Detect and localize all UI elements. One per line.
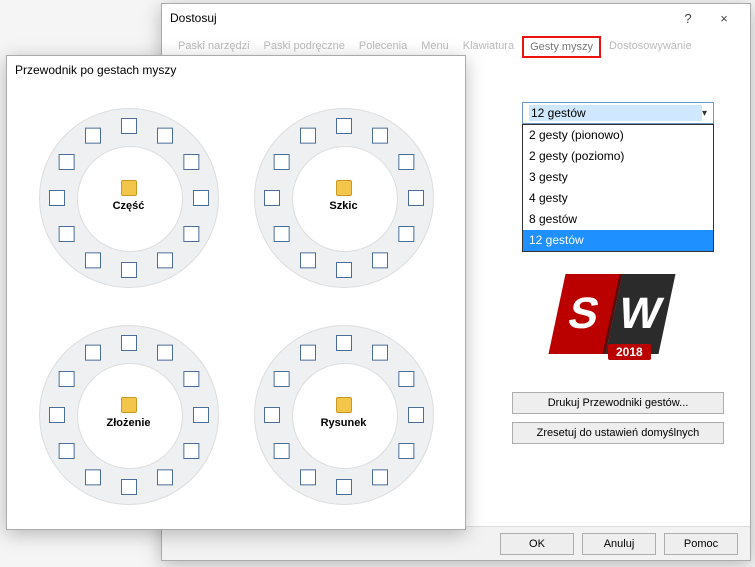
close-button[interactable]: ×	[706, 7, 742, 29]
gesture-slot-icon[interactable]	[85, 469, 101, 485]
gesture-slot-icon[interactable]	[58, 443, 74, 459]
gesture-ring	[39, 325, 219, 505]
gesture-slot-icon[interactable]	[273, 154, 289, 170]
gesture-slot-icon[interactable]	[121, 479, 137, 495]
gesture-ring	[254, 108, 434, 288]
gesture-slot-icon[interactable]	[336, 118, 352, 134]
gesture-slot-icon[interactable]	[157, 469, 173, 485]
titlebar: Dostosuj ? ×	[162, 4, 750, 32]
gesture-slot-icon[interactable]	[273, 371, 289, 387]
solidworks-logo: S W	[548, 274, 675, 354]
gesture-slot-icon[interactable]	[300, 469, 316, 485]
gesture-slot-icon[interactable]	[336, 335, 352, 351]
gesture-slot-icon[interactable]	[300, 344, 316, 360]
gesture-slot-icon[interactable]	[183, 371, 199, 387]
gesture-count-selected: 12 gestów	[529, 105, 702, 121]
ok-button[interactable]: OK	[500, 533, 574, 555]
gesture-slot-icon[interactable]	[121, 335, 137, 351]
gesture-slot-icon[interactable]	[372, 344, 388, 360]
gesture-slot-icon[interactable]	[85, 344, 101, 360]
part-icon	[121, 180, 137, 196]
gesture-ring	[39, 108, 219, 288]
gesture-slot-icon[interactable]	[372, 253, 388, 269]
help-footer-button[interactable]: Pomoc	[664, 533, 738, 555]
gesture-slot-icon[interactable]	[193, 190, 209, 206]
gesture-slot-icon[interactable]	[300, 253, 316, 269]
gesture-slot-icon[interactable]	[398, 226, 414, 242]
guide-title: Przewodnik po gestach myszy	[15, 63, 457, 77]
gesture-slot-icon[interactable]	[336, 262, 352, 278]
gesture-slot-icon[interactable]	[58, 371, 74, 387]
gesture-slot-icon[interactable]	[121, 262, 137, 278]
help-icon: ?	[684, 11, 691, 26]
gesture-slot-icon[interactable]	[300, 128, 316, 144]
gesture-slot-icon[interactable]	[183, 443, 199, 459]
gesture-slot-icon[interactable]	[157, 128, 173, 144]
help-button[interactable]: ?	[670, 7, 706, 29]
tab-customization[interactable]: Dostosowywanie	[603, 36, 698, 58]
ring-drawing: Rysunek	[238, 309, 449, 522]
close-icon: ×	[720, 11, 728, 26]
gesture-slot-icon[interactable]	[398, 443, 414, 459]
gesture-slot-icon[interactable]	[273, 443, 289, 459]
gesture-slot-icon[interactable]	[157, 344, 173, 360]
ring-label: Rysunek	[321, 417, 367, 429]
dialog-footer: OK Anuluj Pomoc	[162, 526, 750, 560]
chevron-down-icon: ▾	[702, 108, 707, 119]
logo-year-badge: 2018	[608, 344, 651, 360]
gesture-slot-icon[interactable]	[336, 479, 352, 495]
sketch-icon	[336, 180, 352, 196]
gesture-slot-icon[interactable]	[372, 128, 388, 144]
guide-body: Część Szkic Złożenie Rysunek	[7, 84, 465, 529]
gesture-option[interactable]: 8 gestów	[523, 209, 713, 230]
ring-label: Szkic	[329, 200, 357, 212]
gesture-slot-icon[interactable]	[398, 154, 414, 170]
tab-keyboard[interactable]: Klawiatura	[457, 36, 520, 58]
gesture-slot-icon[interactable]	[49, 407, 65, 423]
drawing-icon	[336, 397, 352, 413]
gesture-slot-icon[interactable]	[49, 190, 65, 206]
gesture-count-listbox[interactable]: 2 gesty (pionowo) 2 gesty (poziomo) 3 ge…	[522, 124, 714, 252]
gesture-slot-icon[interactable]	[183, 154, 199, 170]
gesture-count-combo[interactable]: 12 gestów ▾	[522, 102, 714, 124]
gesture-slot-icon[interactable]	[264, 190, 280, 206]
gesture-option[interactable]: 2 gesty (pionowo)	[523, 125, 713, 146]
gesture-option[interactable]: 12 gestów	[523, 230, 713, 251]
cancel-button[interactable]: Anuluj	[582, 533, 656, 555]
gesture-option[interactable]: 4 gesty	[523, 188, 713, 209]
gesture-option[interactable]: 2 gesty (poziomo)	[523, 146, 713, 167]
gesture-slot-icon[interactable]	[121, 118, 137, 134]
gesture-slot-icon[interactable]	[273, 226, 289, 242]
guide-titlebar: Przewodnik po gestach myszy	[7, 56, 465, 84]
gesture-slot-icon[interactable]	[372, 469, 388, 485]
ring-part: Część	[23, 92, 234, 305]
gesture-slot-icon[interactable]	[85, 128, 101, 144]
window-title: Dostosuj	[170, 11, 670, 25]
gesture-slot-icon[interactable]	[193, 407, 209, 423]
gesture-ring	[254, 325, 434, 505]
gesture-slot-icon[interactable]	[408, 407, 424, 423]
gesture-option[interactable]: 3 gesty	[523, 167, 713, 188]
gesture-slot-icon[interactable]	[157, 253, 173, 269]
tab-mouse-gestures[interactable]: Gesty myszy	[522, 36, 601, 58]
gesture-slot-icon[interactable]	[85, 253, 101, 269]
print-guides-button[interactable]: Drukuj Przewodniki gestów...	[512, 392, 724, 414]
gesture-slot-icon[interactable]	[58, 154, 74, 170]
gesture-slot-icon[interactable]	[398, 371, 414, 387]
assembly-icon	[121, 397, 137, 413]
gesture-slot-icon[interactable]	[408, 190, 424, 206]
ring-label: Część	[113, 200, 145, 212]
reset-defaults-button[interactable]: Zresetuj do ustawień domyślnych	[512, 422, 724, 444]
ring-label: Złożenie	[106, 417, 150, 429]
gesture-slot-icon[interactable]	[264, 407, 280, 423]
ring-sketch: Szkic	[238, 92, 449, 305]
gesture-guide-window: Przewodnik po gestach myszy Część Szkic …	[6, 55, 466, 530]
gesture-slot-icon[interactable]	[183, 226, 199, 242]
gesture-slot-icon[interactable]	[58, 226, 74, 242]
ring-assembly: Złożenie	[23, 309, 234, 522]
